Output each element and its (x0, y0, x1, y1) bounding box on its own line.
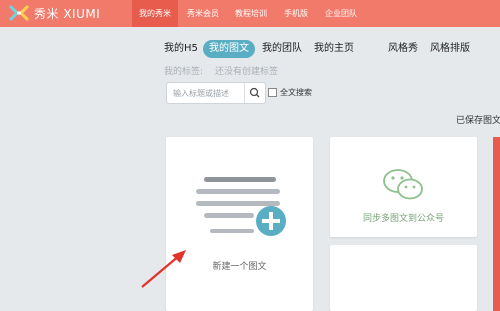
brand-logo[interactable]: 秀米 XIUMI (8, 4, 100, 22)
saved-articles-label: 已保存图文 (456, 116, 500, 126)
xiumi-logo-icon (8, 4, 30, 22)
new-article-icon (196, 177, 286, 236)
nav-membership[interactable]: 秀米会员 (180, 0, 226, 27)
nav-mobile[interactable]: 手机版 (276, 0, 316, 27)
tab-my-articles[interactable]: 我的图文 (203, 40, 255, 58)
tab-my-h5[interactable]: 我的H5 (164, 40, 198, 58)
article-card-placeholder[interactable] (330, 245, 477, 311)
sync-wechat-label: 同步多图文到公众号 (362, 214, 444, 224)
tab-style-show[interactable]: 风格秀 (388, 40, 418, 58)
fulltext-search-toggle[interactable]: 全文搜索 (268, 87, 312, 98)
tag-bar: 我的标签: 还没有创建标签 (164, 64, 278, 77)
tags-label: 我的标签: (164, 67, 204, 77)
annotation-arrow-icon (141, 250, 186, 288)
wechat-icon (383, 169, 423, 200)
nav-enterprise[interactable]: 企业团队 (318, 0, 364, 27)
nav-tutorials[interactable]: 教程培训 (228, 0, 274, 27)
fulltext-label: 全文搜索 (280, 88, 312, 97)
tab-my-team[interactable]: 我的团队 (262, 40, 302, 58)
content-tabs: 我的H5 我的图文 我的团队 我的主页 风格秀 风格排版 (0, 40, 500, 58)
top-navbar: 秀米 XIUMI 我的秀米 秀米会员 教程培训 手机版 企业团队 (0, 0, 500, 27)
sync-wechat-card[interactable]: 同步多图文到公众号 (330, 137, 477, 237)
search-icon (249, 87, 260, 98)
search-input[interactable] (167, 83, 253, 103)
saved-article-card-edge[interactable] (493, 137, 500, 311)
fulltext-checkbox[interactable] (268, 88, 277, 97)
nav-my-xiumi[interactable]: 我的秀米 (132, 0, 178, 27)
tab-style-layout[interactable]: 风格排版 (430, 40, 470, 58)
search-box (166, 82, 266, 104)
brand-name: 秀米 XIUMI (34, 6, 101, 21)
tab-my-homepage[interactable]: 我的主页 (314, 40, 354, 58)
tags-empty-hint[interactable]: 还没有创建标签 (215, 67, 278, 77)
search-button[interactable] (244, 83, 265, 103)
